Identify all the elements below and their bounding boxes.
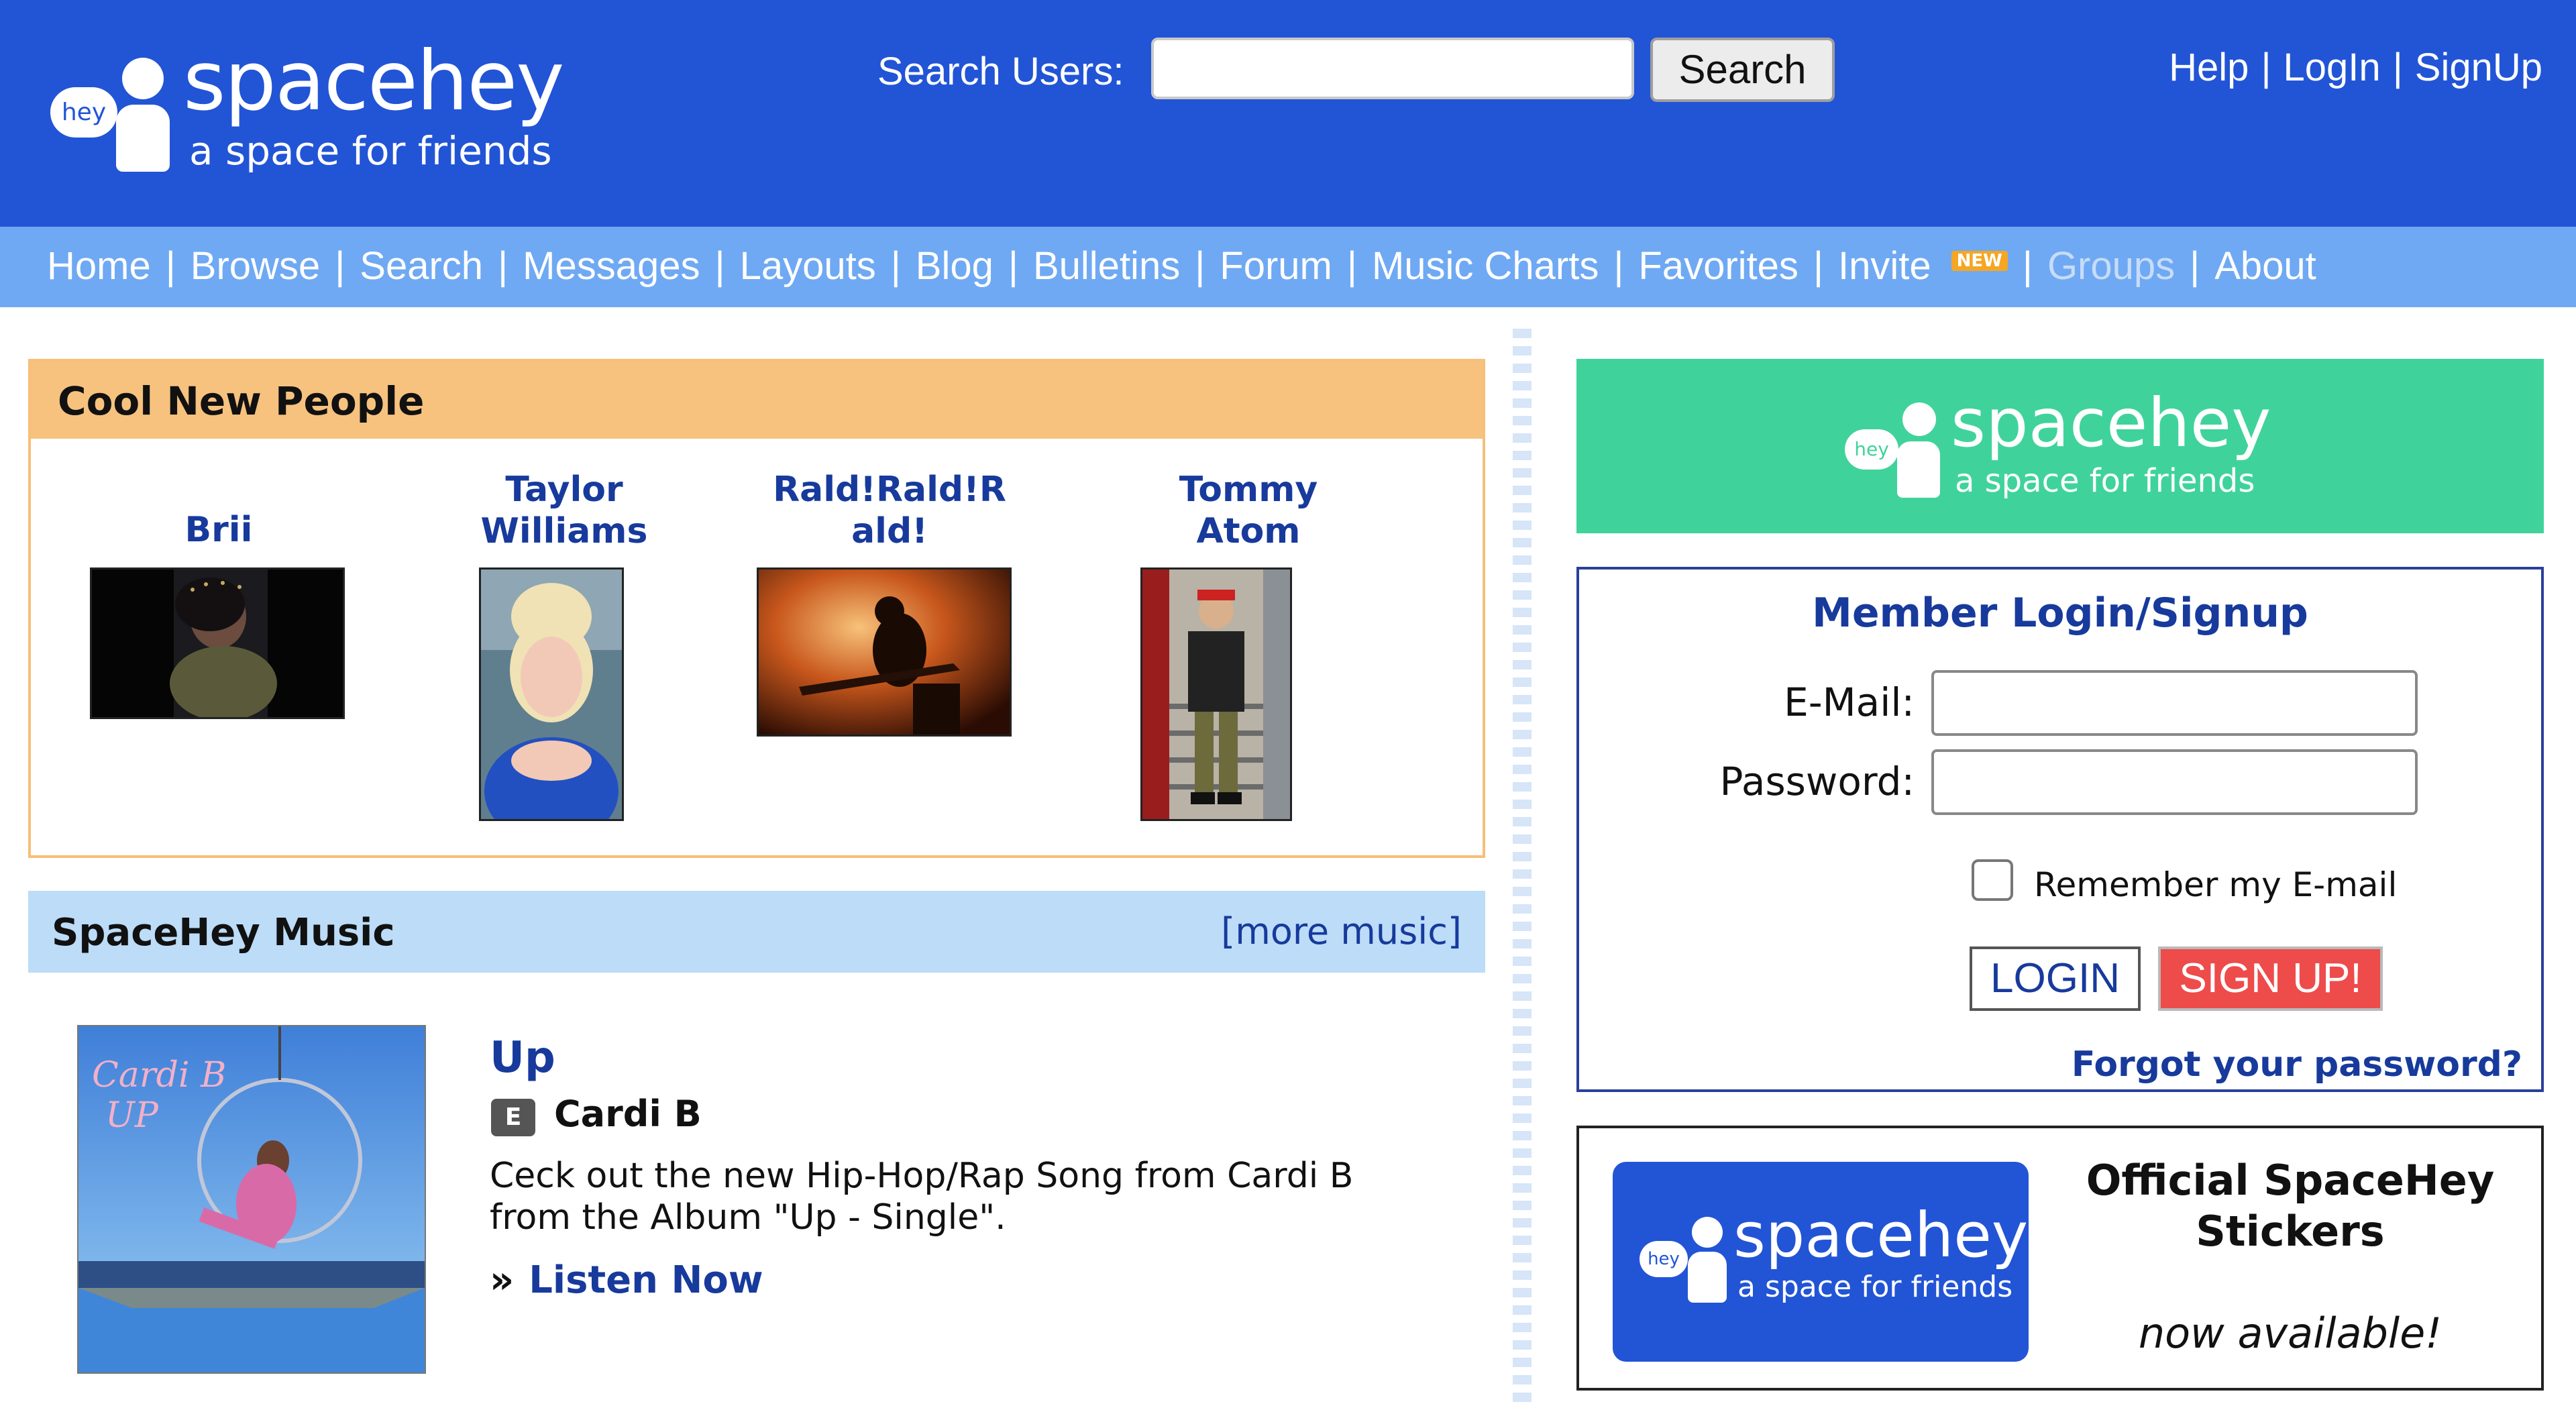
hey-bubble-icon: hey	[1845, 429, 1898, 470]
song-title-link[interactable]: Up	[490, 1033, 555, 1083]
banner-tagline: a space for friends	[1955, 462, 2255, 500]
login-signup-box: Member Login/Signup E-Mail: Password: Re…	[1576, 567, 2544, 1092]
remember-email-label[interactable]: Remember my E-mail	[2034, 865, 2397, 905]
chevron-right-icon: »	[490, 1258, 515, 1302]
forgot-password-link[interactable]: Forgot your password?	[2072, 1044, 2522, 1085]
listen-now[interactable]: » Listen Now	[490, 1258, 763, 1303]
sticker-image[interactable]: hey spacehey a space for friends	[1613, 1162, 2029, 1362]
top-links: Help | LogIn | SignUp	[2169, 46, 2542, 89]
song-description: Ceck out the new Hip-Hop/Rap Song from C…	[490, 1156, 1354, 1238]
nav-blog[interactable]: Blog	[916, 244, 994, 288]
sticker-tagline: a space for friends	[1737, 1270, 2013, 1304]
login-link[interactable]: LogIn	[2284, 46, 2381, 89]
search-users-label: Search Users:	[877, 50, 1124, 93]
person-card[interactable]: Tommy Atom	[1114, 469, 1383, 552]
cool-new-people-box: Cool New People Brii Taylor Williams Ral…	[28, 359, 1485, 858]
password-field[interactable]	[1931, 749, 2418, 815]
person-card[interactable]: Brii	[85, 509, 353, 551]
cool-new-people-header: Cool New People	[31, 362, 1483, 439]
nav-groups[interactable]: Groups	[2047, 244, 2175, 288]
svg-text:UP: UP	[105, 1095, 159, 1136]
person-card[interactable]: Taylor Williams	[430, 469, 698, 552]
person-icon-head	[1902, 402, 1936, 436]
site-header: hey spacehey a space for friends Search …	[0, 0, 2576, 227]
email-field[interactable]	[1931, 670, 2418, 736]
signup-button[interactable]: SIGN UP!	[2158, 946, 2383, 1011]
person-photo[interactable]	[90, 567, 345, 719]
nav-forum[interactable]: Forum	[1220, 244, 1332, 288]
nav-browse[interactable]: Browse	[191, 244, 320, 288]
person-icon-body	[1688, 1252, 1727, 1303]
logo-brand-text: spacehey	[183, 34, 564, 129]
nav-home[interactable]: Home	[47, 244, 151, 288]
music-section-title: SpaceHey Music	[52, 911, 395, 955]
person-icon-head	[1692, 1217, 1723, 1248]
listen-now-link[interactable]: Listen Now	[529, 1258, 763, 1302]
nav-music-charts[interactable]: Music Charts	[1372, 244, 1599, 288]
search-button[interactable]: Search	[1650, 38, 1835, 102]
nav-layouts[interactable]: Layouts	[740, 244, 876, 288]
svg-text:Cardi B: Cardi B	[92, 1055, 226, 1095]
person-name[interactable]: Rald!Rald!Rald!	[765, 469, 1014, 552]
song-artist: Cardi B	[554, 1093, 702, 1135]
person-name[interactable]: Taylor Williams	[477, 469, 651, 552]
explicit-badge: E	[491, 1099, 535, 1136]
album-cover[interactable]: Cardi B UP	[77, 1025, 426, 1374]
person-photo[interactable]	[757, 567, 1012, 737]
new-badge: NEW	[1951, 251, 2008, 271]
nav-messages[interactable]: Messages	[523, 244, 700, 288]
search-users-input[interactable]	[1151, 38, 1634, 99]
spacehey-logo[interactable]: hey spacehey a space for friends	[50, 38, 587, 180]
hey-bubble-icon: hey	[1640, 1241, 1688, 1277]
help-link[interactable]: Help	[2169, 46, 2249, 89]
banner-logo: hey spacehey a space for friends	[1845, 384, 2314, 510]
stickers-promo[interactable]: hey spacehey a space for friends Officia…	[1576, 1126, 2544, 1391]
nav-invite[interactable]: Invite	[1838, 244, 1931, 288]
remember-email-checkbox[interactable]	[1972, 859, 2013, 901]
logo-tagline: a space for friends	[189, 128, 552, 174]
nav-search[interactable]: Search	[360, 244, 483, 288]
banner-brand: spacehey	[1951, 384, 2271, 462]
signup-link[interactable]: SignUp	[2415, 46, 2542, 89]
login-title: Member Login/Signup	[1812, 590, 2308, 637]
person-icon-head	[122, 58, 164, 99]
nav-bulletins[interactable]: Bulletins	[1033, 244, 1180, 288]
password-label: Password:	[1719, 759, 1915, 804]
sticker-logo: hey spacehey a space for friends	[1640, 1202, 2028, 1323]
login-button[interactable]: LOGIN	[1970, 946, 2141, 1011]
main-nav: Home | Browse | Search | Messages | Layouts | Blog…	[0, 227, 2576, 307]
music-section-header: SpaceHey Music [more music]	[28, 891, 1485, 973]
spacehey-banner[interactable]: hey spacehey a space for friends	[1576, 359, 2544, 533]
sticker-brand: spacehey	[1733, 1199, 2029, 1271]
person-photo[interactable]	[1140, 567, 1292, 821]
person-name[interactable]: Brii	[85, 509, 353, 551]
stickers-title: Official SpaceHey Stickers	[2086, 1156, 2495, 1256]
person-name[interactable]: Tommy Atom	[1161, 469, 1336, 552]
nav-about[interactable]: About	[2214, 244, 2316, 288]
person-icon-body	[116, 105, 170, 172]
cool-new-people-title: Cool New People	[58, 378, 425, 424]
nav-favorites[interactable]: Favorites	[1638, 244, 1799, 288]
more-music-link[interactable]: [more music]	[1221, 910, 1462, 954]
hey-bubble-icon: hey	[50, 87, 117, 138]
column-divider	[1513, 329, 1532, 1402]
person-icon-body	[1897, 441, 1940, 498]
stickers-subtitle: now available!	[2138, 1309, 2443, 1358]
person-card[interactable]: Rald!Rald!Rald!	[755, 469, 1024, 552]
email-label: E-Mail:	[1784, 680, 1915, 725]
person-photo[interactable]	[479, 567, 624, 821]
